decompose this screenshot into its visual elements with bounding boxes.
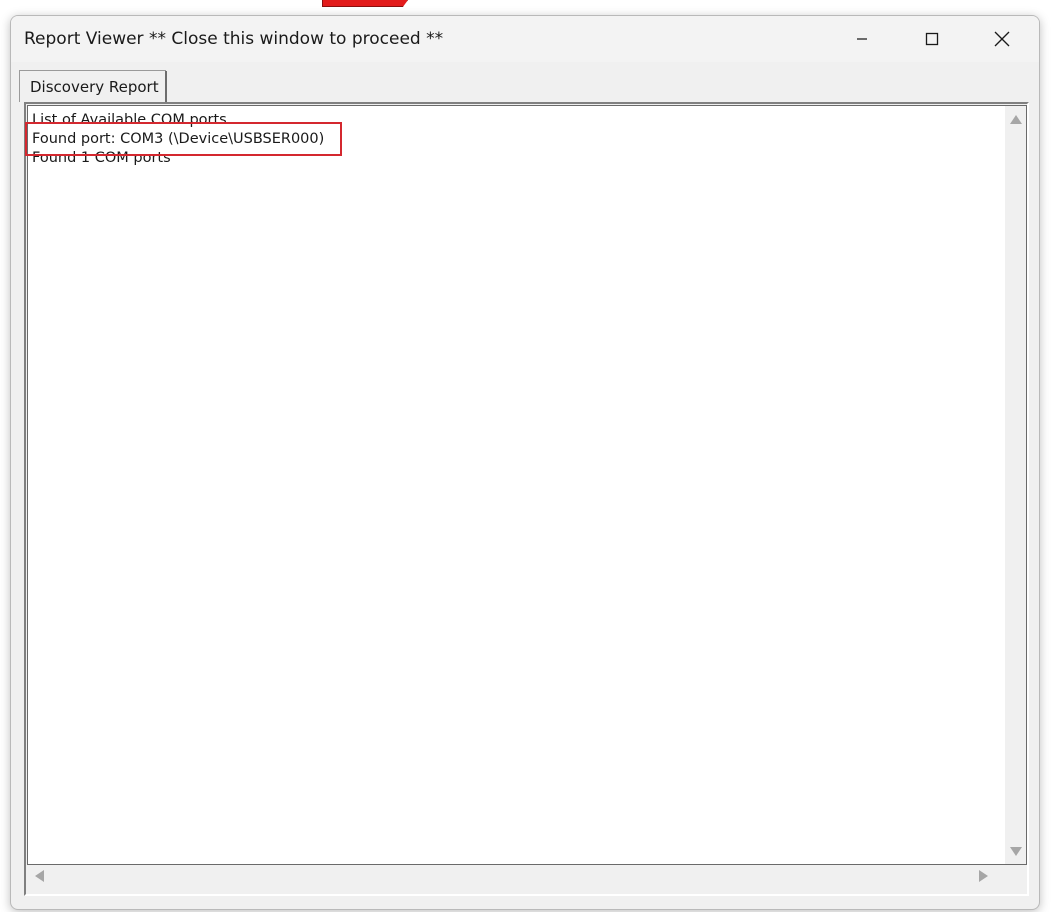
vertical-scrollbar[interactable] bbox=[1005, 106, 1026, 864]
close-icon bbox=[994, 31, 1010, 47]
scroll-left-icon[interactable] bbox=[35, 870, 44, 882]
background-window-fragment bbox=[322, 0, 408, 7]
title-bar[interactable]: Report Viewer ** Close this window to pr… bbox=[11, 16, 1039, 62]
tab-label: Discovery Report bbox=[30, 78, 159, 96]
window-title: Report Viewer ** Close this window to pr… bbox=[24, 29, 444, 49]
minimize-button[interactable] bbox=[839, 24, 885, 54]
horizontal-scrollbar[interactable] bbox=[27, 865, 1006, 887]
highlight-annotation-box bbox=[25, 122, 342, 156]
screen: Report Viewer ** Close this window to pr… bbox=[0, 0, 1057, 912]
maximize-icon bbox=[925, 32, 939, 46]
tab-content-panel: List of Available COM ports Found port: … bbox=[24, 102, 1029, 896]
scrollbar-corner bbox=[1006, 865, 1027, 887]
report-text-area[interactable]: List of Available COM ports Found port: … bbox=[25, 105, 1027, 865]
tab-discovery-report[interactable]: Discovery Report bbox=[19, 70, 167, 103]
maximize-button[interactable] bbox=[909, 24, 955, 54]
scroll-right-icon[interactable] bbox=[979, 870, 988, 882]
close-button[interactable] bbox=[979, 24, 1025, 54]
report-viewer-window: Report Viewer ** Close this window to pr… bbox=[10, 15, 1040, 910]
scroll-down-icon[interactable] bbox=[1010, 847, 1022, 856]
scroll-up-icon[interactable] bbox=[1010, 115, 1022, 124]
minimize-icon bbox=[857, 38, 867, 40]
